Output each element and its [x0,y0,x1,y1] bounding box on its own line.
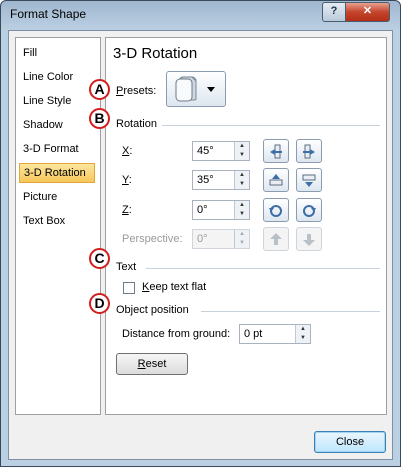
object-position-divider [201,311,380,312]
distance-from-ground-label: Distance from ground: [122,328,231,340]
perspective-spinner: ▲ ▼ [234,230,249,248]
perspective-increase-button [263,227,289,251]
reset-button[interactable]: Reset [116,353,188,375]
rotation-divider [162,125,380,126]
keep-text-flat-label[interactable]: Keep text flat [142,281,206,293]
y-rotation-spinner[interactable]: ▲ ▼ [234,171,249,189]
close-button[interactable]: Close [314,431,386,453]
rotate-right-button[interactable] [296,139,322,163]
category-list: Fill Line Color Line Style Shadow 3-D Fo… [15,37,101,415]
window-title: Format Shape [10,7,87,21]
text-heading: Text [116,261,137,273]
rotate-counterclockwise-button[interactable] [263,198,289,222]
z-rotation-input[interactable]: 0° ▲ ▼ [192,200,250,220]
z-rotation-label: Z: [122,204,132,216]
rotate-left-icon [270,144,282,159]
object-position-heading: Object position [116,304,189,316]
rotate-down-button[interactable] [296,168,322,192]
title-bar[interactable]: Format Shape ? ✕ [1,1,400,29]
format-shape-dialog: Format Shape ? ✕ Fill Line Color Line St… [0,0,401,467]
z-rotation-spinner[interactable]: ▲ ▼ [234,201,249,219]
help-button[interactable]: ? [322,2,346,22]
sidebar-item-fill[interactable]: Fill [19,43,95,63]
rotate-left-button[interactable] [263,139,289,163]
panel-title: 3-D Rotation [113,45,198,62]
rotate-clockwise-icon [303,205,316,217]
sidebar-item-text-box[interactable]: Text Box [19,211,95,231]
y-rotation-label: Y: [122,174,132,186]
sidebar-item-line-style[interactable]: Line Style [19,91,95,111]
perspective-decrease-button [296,227,322,251]
y-rotation-input[interactable]: 35° ▲ ▼ [192,170,250,190]
perspective-input: 0° ▲ ▼ [192,229,250,249]
rotate-right-icon [303,144,315,159]
presets-dropdown[interactable] [166,71,226,107]
sidebar-item-3d-rotation[interactable]: 3-D Rotation [19,163,95,183]
presets-label: Presets: [116,85,157,97]
distance-from-ground-input[interactable]: 0 pt ▲ ▼ [239,324,311,344]
perspective-down-icon [303,234,315,246]
rotate-up-icon [269,174,283,186]
rotate-counterclockwise-icon [269,205,282,217]
close-window-button[interactable]: ✕ [345,2,390,22]
callout-badge-b: B [89,108,110,129]
text-divider [146,268,380,269]
rotate-clockwise-button[interactable] [296,198,322,222]
callout-badge-a: A [89,79,110,100]
keep-text-flat-checkbox[interactable] [123,282,135,294]
sidebar-item-picture[interactable]: Picture [19,187,95,207]
sidebar-item-line-color[interactable]: Line Color [19,67,95,87]
x-rotation-label: X: [122,145,133,157]
perspective-up-icon [270,233,282,245]
sidebar-item-3d-format[interactable]: 3-D Format [19,139,95,159]
rotate-up-button[interactable] [263,168,289,192]
rotation-heading: Rotation [116,118,157,130]
settings-panel: 3-D Rotation Presets: Rotation X: 45° ▲ ▼ [105,37,387,415]
sidebar-item-shadow[interactable]: Shadow [19,115,95,135]
dialog-body: Fill Line Color Line Style Shadow 3-D Fo… [8,30,393,460]
distance-spinner[interactable]: ▲ ▼ [295,325,310,343]
perspective-label: Perspective: [122,233,183,245]
callout-badge-c: C [89,248,110,269]
cube-preset-icon [175,76,215,102]
x-rotation-spinner[interactable]: ▲ ▼ [234,142,249,160]
callout-badge-d: D [89,293,110,314]
x-rotation-input[interactable]: 45° ▲ ▼ [192,141,250,161]
rotate-down-icon [302,174,316,187]
